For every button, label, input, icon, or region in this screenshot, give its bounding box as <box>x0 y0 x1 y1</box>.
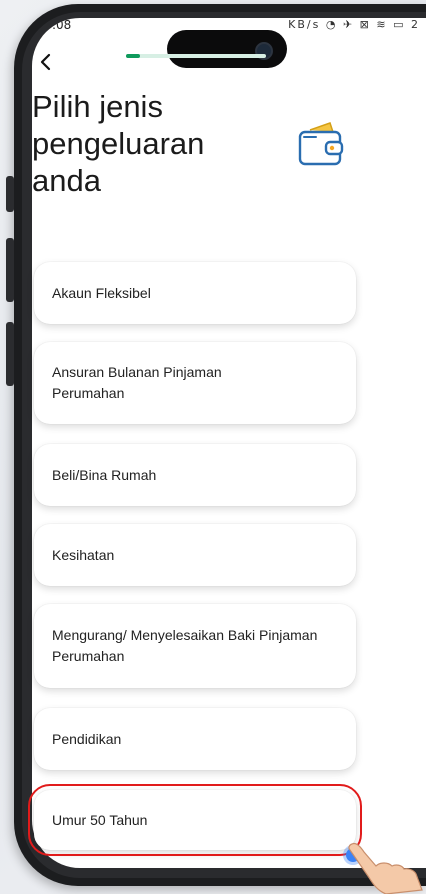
option-ansuran-bulanan[interactable]: Ansuran Bulanan Pinjaman Perumahan <box>34 342 356 424</box>
wallet-icon <box>298 122 344 166</box>
pointing-hand-icon <box>348 842 423 894</box>
progress-fill <box>126 54 140 58</box>
page-title: Pilih jenis pengeluaran anda <box>32 89 205 198</box>
option-label: Pendidikan <box>52 730 122 747</box>
progress-bar <box>126 54 266 58</box>
option-label: Umur 50 Tahun <box>52 811 148 828</box>
status-icons: KB/s ◔ ✈ ⊠ ≋ ▭ 2 <box>288 18 420 31</box>
status-time: :08 <box>52 18 72 32</box>
option-akaun-fleksibel[interactable]: Akaun Fleksibel <box>34 262 356 324</box>
back-button[interactable] <box>34 50 58 74</box>
option-umur-50-tahun[interactable]: Umur 50 Tahun <box>28 784 362 856</box>
option-label: Ansuran Bulanan Pinjaman Perumahan <box>52 364 222 401</box>
option-label: Kesihatan <box>52 546 115 563</box>
option-beli-bina-rumah[interactable]: Beli/Bina Rumah <box>34 444 356 506</box>
option-label: Beli/Bina Rumah <box>52 466 157 483</box>
option-kesihatan[interactable]: Kesihatan <box>34 524 356 586</box>
option-label: Akaun Fleksibel <box>52 284 151 301</box>
option-label: Mengurang/ Menyelesaikan Baki Pinjaman P… <box>52 627 318 664</box>
side-button <box>6 238 14 302</box>
option-mengurang-baki[interactable]: Mengurang/ Menyelesaikan Baki Pinjaman P… <box>34 604 356 688</box>
chevron-left-icon <box>40 53 51 71</box>
dynamic-island <box>167 30 287 68</box>
side-button <box>6 322 14 386</box>
option-pendidikan[interactable]: Pendidikan <box>34 708 356 770</box>
side-button <box>6 176 14 212</box>
